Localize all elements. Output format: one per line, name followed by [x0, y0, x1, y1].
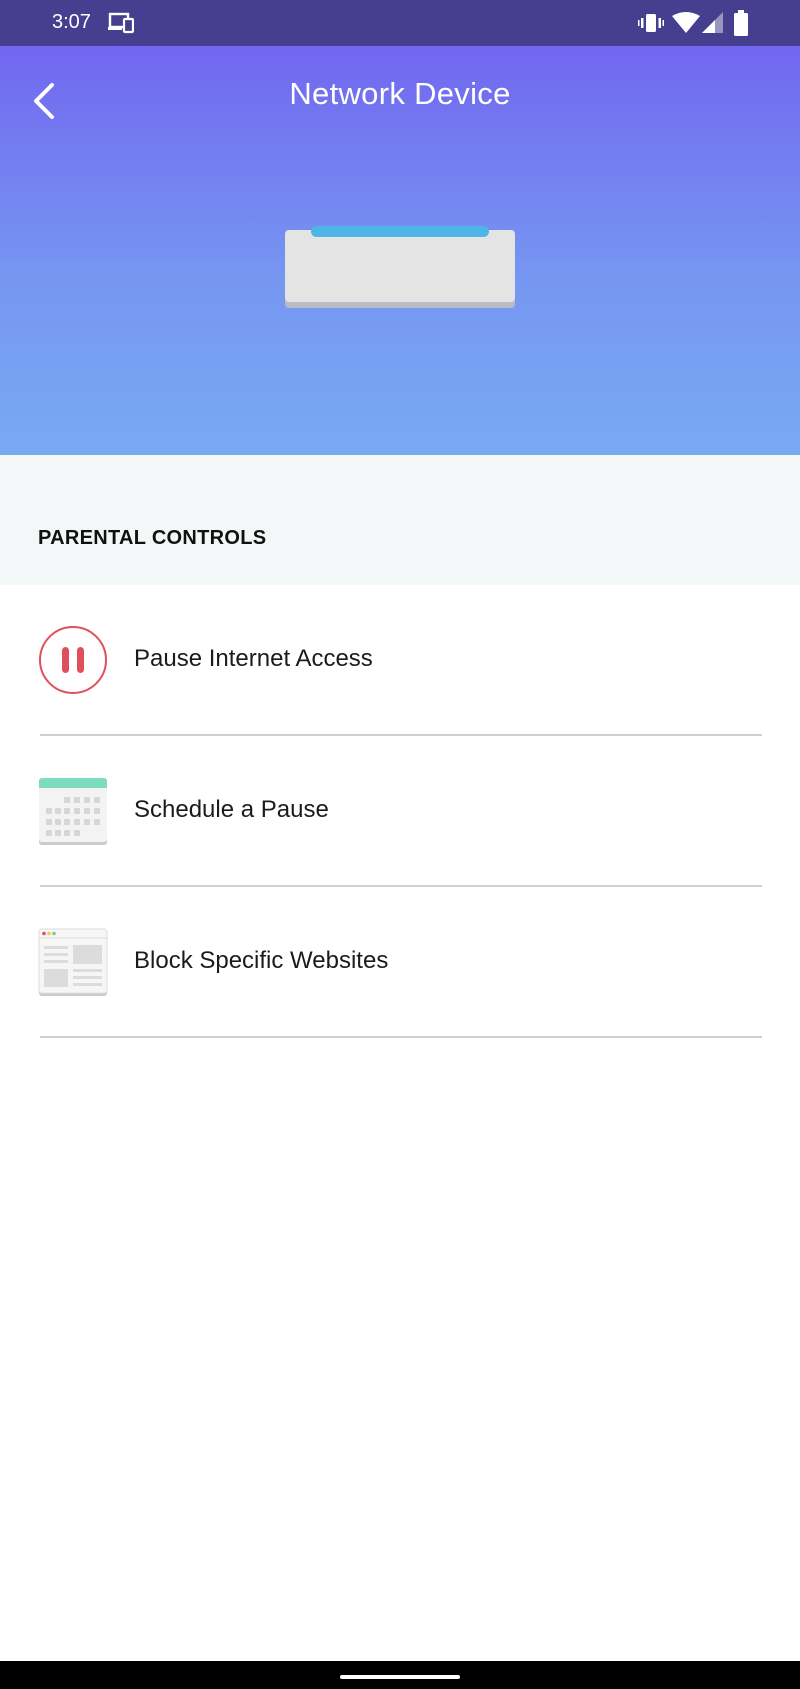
- status-bar: 3:07: [0, 0, 800, 46]
- signal-icon: [702, 12, 723, 33]
- home-indicator[interactable]: [340, 1675, 460, 1679]
- page-title: Network Device: [289, 76, 511, 111]
- navigation-bar: [0, 1661, 800, 1689]
- vibrate-icon: [638, 14, 664, 32]
- pause-internet-access-item[interactable]: Pause Internet Access: [0, 585, 800, 736]
- block-specific-websites-item[interactable]: Block Specific Websites: [0, 887, 800, 1038]
- header-hero: Network Device: [0, 46, 800, 455]
- battery-icon: [734, 10, 748, 36]
- section-title: PARENTAL CONTROLS: [38, 527, 267, 549]
- item-label: Schedule a Pause: [134, 796, 329, 823]
- section-header: PARENTAL CONTROLS: [0, 455, 800, 585]
- calendar-icon: [39, 778, 107, 845]
- schedule-a-pause-item[interactable]: Schedule a Pause: [0, 736, 800, 887]
- cast-icon: [108, 12, 134, 34]
- network-device-illustration: [285, 226, 515, 308]
- screen: 3:07 Network Device PARENTAL CONTROLS Pa…: [0, 0, 800, 1689]
- divider: [40, 1036, 762, 1038]
- wifi-icon: [672, 12, 700, 33]
- item-label: Block Specific Websites: [134, 947, 389, 974]
- webpage-icon: [38, 928, 108, 996]
- pause-icon: [39, 626, 107, 694]
- item-label: Pause Internet Access: [134, 645, 373, 672]
- parental-controls-list: Pause Internet Access Schedule a Pause B…: [0, 585, 800, 1038]
- status-time: 3:07: [52, 11, 91, 33]
